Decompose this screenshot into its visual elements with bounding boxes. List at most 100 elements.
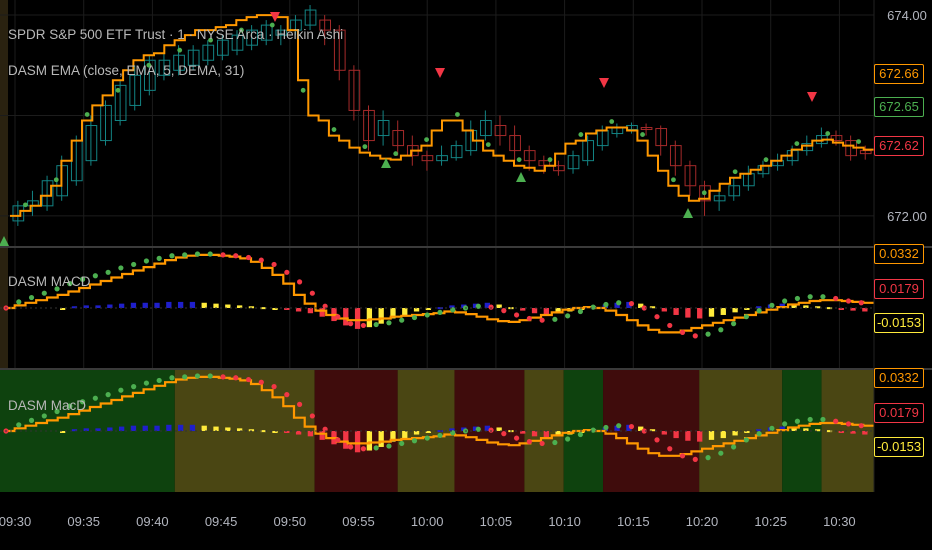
macd-dot xyxy=(92,395,98,401)
time-tick-label: 09:55 xyxy=(342,514,375,529)
ema-dot xyxy=(763,157,769,163)
macd-dot xyxy=(705,455,711,461)
macd-dot xyxy=(118,265,124,271)
macd-dot xyxy=(105,392,111,398)
macd-dot xyxy=(348,444,354,450)
macd-dot xyxy=(220,252,226,258)
macd-dot xyxy=(807,416,813,423)
ema-dot xyxy=(732,169,738,175)
macd-dot xyxy=(194,251,201,257)
price-tick-label: 672.00 xyxy=(887,209,927,224)
macd-dot xyxy=(845,421,852,427)
macd-dot xyxy=(577,431,584,438)
ema-dot xyxy=(455,112,460,117)
histogram-bar xyxy=(307,308,314,314)
macd-dot xyxy=(424,312,430,318)
histogram-bar xyxy=(732,308,738,313)
time-tick-label: 10:10 xyxy=(548,514,581,529)
macd-dot xyxy=(386,320,392,326)
macd-dot xyxy=(233,375,239,381)
ema-dot xyxy=(393,151,399,157)
histogram-bar xyxy=(862,308,868,312)
macd-dot xyxy=(309,290,315,296)
macd-dot xyxy=(143,380,150,386)
macd-dot xyxy=(577,308,584,315)
chart-root: 674.00 672.00 09:30 09:35 09:40 09:45 09:50 09:… xyxy=(0,0,932,550)
histogram-bar xyxy=(118,303,125,308)
macd2-pane-title[interactable]: DASM MacD xyxy=(8,398,86,413)
macd-dot xyxy=(743,437,749,443)
histogram-bar xyxy=(543,431,549,438)
histogram-bar xyxy=(189,424,196,431)
macd-dot xyxy=(833,295,839,302)
macd-dot xyxy=(730,321,737,327)
histogram-bar xyxy=(166,301,172,308)
histogram-bar xyxy=(107,304,113,308)
macd-dot xyxy=(156,377,162,384)
macd-dot xyxy=(769,302,775,308)
macd-dot xyxy=(373,321,379,328)
histogram-bar xyxy=(720,431,726,439)
ema-dot xyxy=(794,141,800,147)
macd2-value-tag: 0.0332 xyxy=(874,368,924,388)
macd-dot xyxy=(131,261,137,268)
histogram-bar xyxy=(496,304,502,308)
macd-dot xyxy=(156,255,162,261)
histogram-bar xyxy=(343,308,349,326)
macd-dot xyxy=(603,301,609,308)
histogram-bar xyxy=(732,431,738,436)
macd-dot xyxy=(756,431,762,437)
macd-dot xyxy=(386,443,392,449)
macd-dot xyxy=(526,315,532,322)
histogram-bar xyxy=(107,427,113,431)
symbol-title[interactable]: SPDR S&P 500 ETF Trust · 1 · NYSE Arca ·… xyxy=(8,27,343,42)
macd-dot xyxy=(565,313,571,319)
ema-dot xyxy=(300,87,306,93)
macd-dot xyxy=(220,374,226,380)
price-tick-label: 674.00 xyxy=(887,8,927,23)
macd-dot xyxy=(41,290,47,296)
histogram-bar xyxy=(531,308,538,314)
macd-dot xyxy=(603,424,609,431)
macd-dot xyxy=(718,450,724,456)
ema-dot xyxy=(856,139,861,145)
macd-dot xyxy=(845,298,852,304)
time-tick-label: 10:15 xyxy=(617,514,650,529)
macd-dot xyxy=(437,309,443,315)
ema-dot xyxy=(825,131,831,136)
histogram-bar xyxy=(402,308,408,315)
macd-dot xyxy=(628,301,635,307)
histogram-bar xyxy=(496,427,502,431)
histogram-bar xyxy=(862,431,868,435)
histogram-bar xyxy=(295,431,302,435)
macd-dot xyxy=(756,308,762,314)
time-tick-label: 09:45 xyxy=(205,514,238,529)
ema-dot xyxy=(331,127,337,132)
macd-dot xyxy=(399,440,405,447)
histogram-bar xyxy=(708,431,715,440)
histogram-bar xyxy=(378,308,384,324)
macd-pane-title[interactable]: DASM MACD xyxy=(8,274,91,289)
macd-dot xyxy=(782,421,788,427)
macd-dot xyxy=(667,322,673,329)
price-tag: 672.62 xyxy=(874,136,924,156)
macd-dot xyxy=(360,446,367,452)
macd-dot xyxy=(858,423,864,429)
macd-dot xyxy=(309,413,315,419)
macd-dot xyxy=(284,392,290,398)
macd-value-tag: 0.0179 xyxy=(874,279,924,299)
ema-dot xyxy=(516,157,522,163)
macd-dot xyxy=(769,425,775,431)
chart-canvas[interactable]: 674.00 672.00 09:30 09:35 09:40 09:45 09:50 09:… xyxy=(0,0,932,550)
macd-dot xyxy=(16,299,22,305)
macd-dot xyxy=(718,327,724,333)
macd-dot xyxy=(552,316,558,322)
histogram-bar xyxy=(225,304,231,308)
ema-dot xyxy=(53,177,59,183)
macd-dot xyxy=(794,295,801,302)
time-tick-label: 09:50 xyxy=(274,514,307,529)
study-title[interactable]: DASM EMA (close, EMA, 5, DEMA, 31) xyxy=(8,63,244,78)
macd-dot xyxy=(743,314,749,320)
histogram-bar xyxy=(378,431,384,447)
macd-dot xyxy=(233,253,239,259)
